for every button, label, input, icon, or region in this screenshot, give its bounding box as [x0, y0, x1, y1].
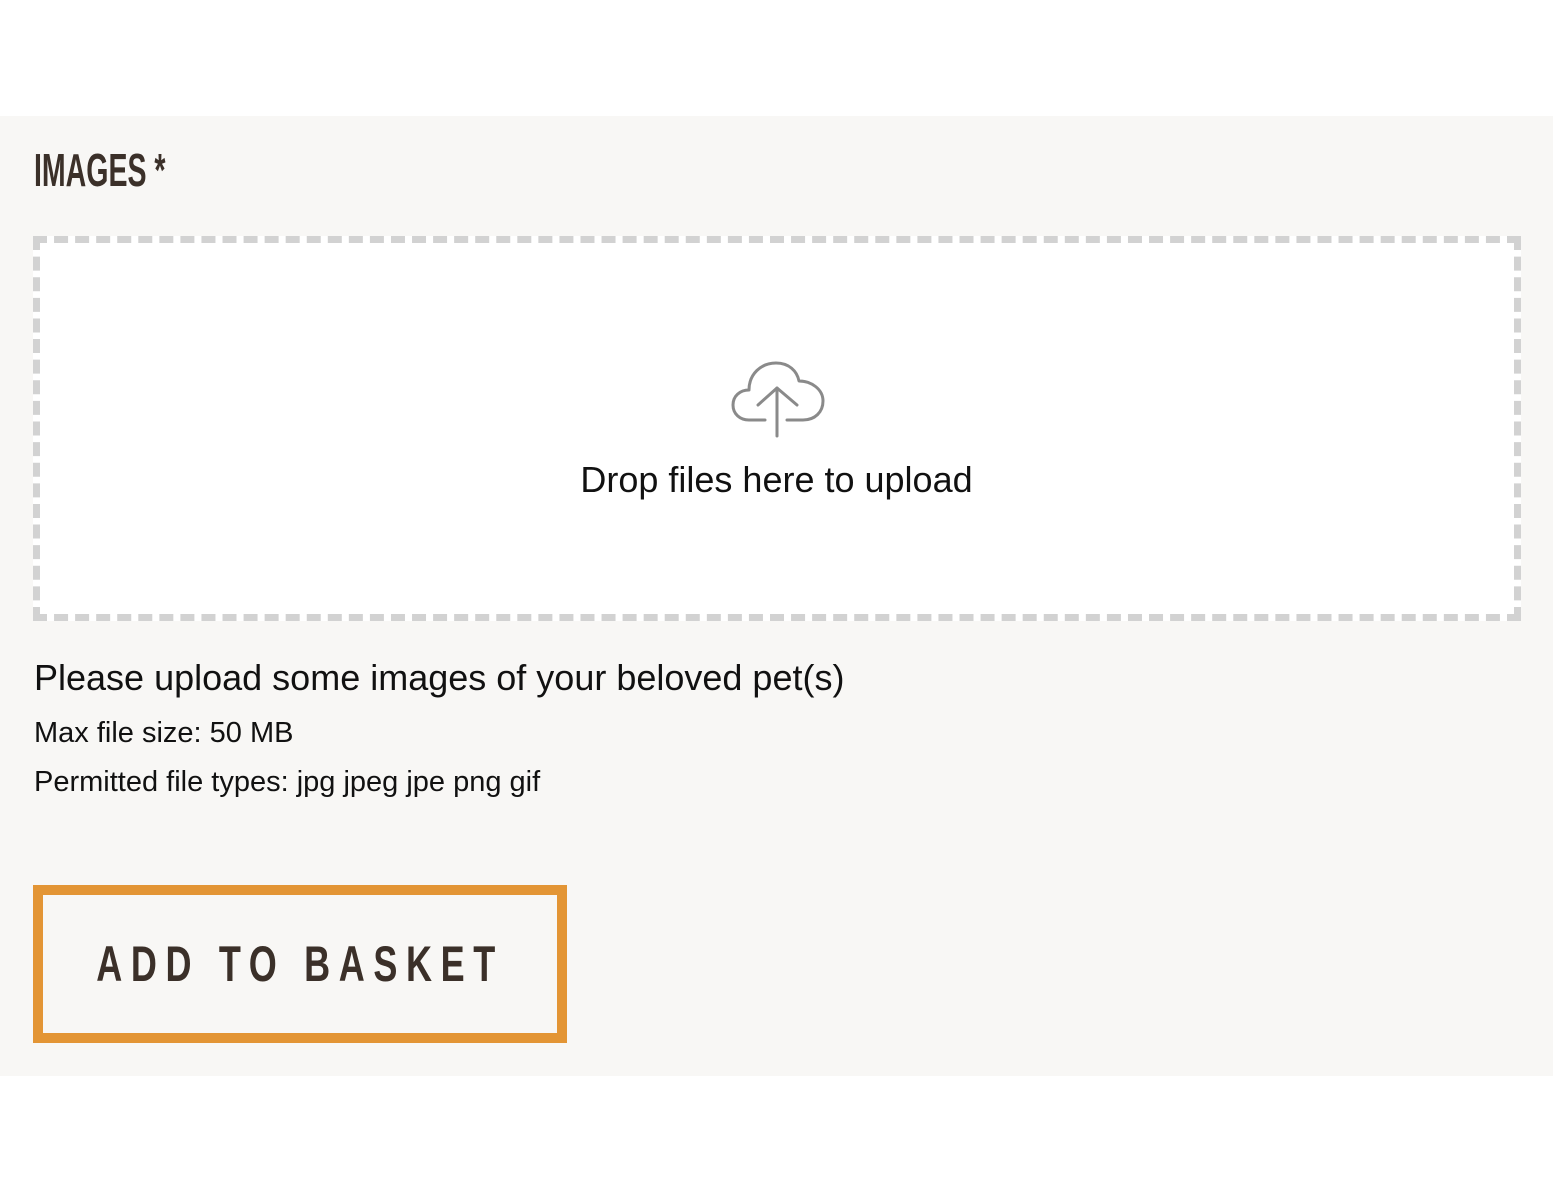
permitted-file-types: Permitted file types: jpg jpeg jpe png g… [34, 766, 541, 798]
cloud-upload-icon [731, 361, 825, 438]
field-description: Please upload some images of your belove… [34, 657, 845, 698]
dropzone-message: Drop files here to upload [580, 459, 973, 500]
images-field-label: IMAGES * [34, 144, 166, 196]
add-to-basket-label: ADD TO BASKET [96, 936, 504, 992]
max-file-size: Max file size: 50 MB [34, 717, 294, 749]
add-to-basket-button[interactable]: ADD TO BASKET [33, 885, 567, 1043]
add-to-basket-label-wrap: ADD TO BASKET [43, 895, 557, 1033]
